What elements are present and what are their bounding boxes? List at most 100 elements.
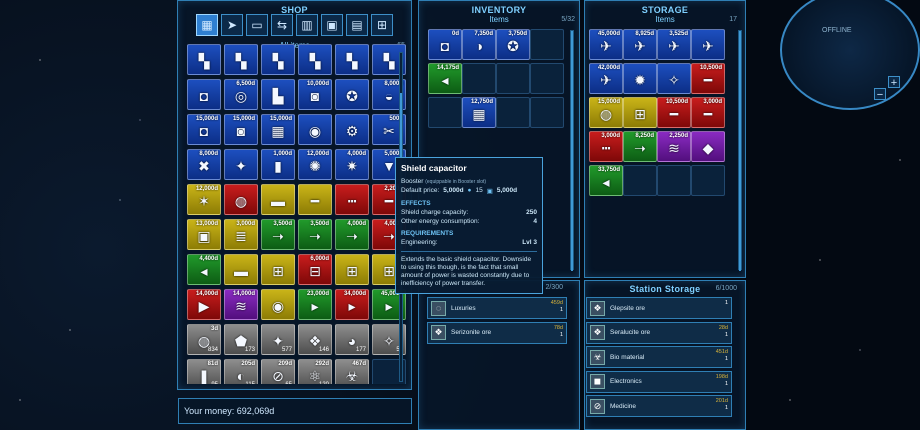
shop-item-slot[interactable]: 3,500d ➝	[298, 219, 332, 250]
shop-item-slot[interactable]: 14,000d ≋	[224, 289, 258, 320]
shop-item-slot[interactable]: ◍	[224, 184, 258, 215]
shop-item-slot[interactable]: ✦	[224, 149, 258, 180]
shop-item-slot[interactable]: ━	[298, 184, 332, 215]
shop-item-slot[interactable]: 1,000d ▮	[261, 149, 295, 180]
tab-engine-icon[interactable]: ▥	[296, 14, 318, 36]
shop-item-slot[interactable]: ◉	[261, 289, 295, 320]
station-storage-item[interactable]: ◼ Electronics 198d 1	[586, 370, 732, 393]
inventory-item-slot[interactable]: 0d ◘	[428, 29, 462, 60]
storage-item-slot[interactable]: ⊞	[623, 97, 657, 128]
shop-item-slot[interactable]: 209d⊘65	[261, 359, 295, 384]
shop-item-slot[interactable]: 205d◐115	[224, 359, 258, 384]
shop-item-slot[interactable]: 10,000d ◙	[298, 79, 332, 110]
station-storage-item[interactable]: ⊘ Medicine 201d 1	[586, 395, 732, 417]
shop-item-slot[interactable]: ▙	[261, 79, 295, 110]
shop-item-slot[interactable]: ▚	[187, 44, 221, 75]
tab-grid-icon[interactable]: ▦	[196, 14, 218, 36]
tab-crates-icon[interactable]: ⊞	[371, 14, 393, 36]
shop-item-slot[interactable]: ┅	[335, 184, 369, 215]
shop-item-slot[interactable]: 8,000d ✖	[187, 149, 221, 180]
storage-item-slot[interactable]: ✈	[691, 29, 725, 60]
shop-item-slot[interactable]: 34,000d ▸	[335, 289, 369, 320]
storage-item-slot[interactable]: 15,000d ◍	[589, 97, 623, 128]
storage-item-slot[interactable]: 10,500d ━	[691, 63, 725, 94]
storage-item-slot[interactable]	[691, 165, 725, 196]
storage-item-slot[interactable]: 33,750d ◂	[589, 165, 623, 196]
shop-item-slot[interactable]: 4,400d ◂	[187, 254, 221, 285]
cargo-item[interactable]: ◌ Luxuries 459d 1	[427, 297, 567, 319]
storage-item-slot[interactable]: 8,250d ➝	[623, 131, 657, 162]
shop-item-slot[interactable]: 14,000d ▶	[187, 289, 221, 320]
zoom-out-button[interactable]: −	[874, 88, 886, 101]
storage-item-slot[interactable]: 42,000d ✈	[589, 63, 623, 94]
inventory-item-slot[interactable]	[462, 63, 496, 94]
storage-item-slot[interactable]	[657, 165, 691, 196]
inventory-item-slot[interactable]: 7,350d ◑	[462, 29, 496, 60]
shop-item-slot[interactable]: ▚	[224, 44, 258, 75]
storage-item-slot[interactable]: ✧	[657, 63, 691, 94]
storage-scrollbar[interactable]	[738, 30, 742, 271]
storage-item-slot[interactable]: 10,500d ━	[657, 97, 691, 128]
inventory-item-slot[interactable]	[496, 97, 530, 128]
shop-item-slot[interactable]: 6,000d ⊟	[298, 254, 332, 285]
storage-item-slot[interactable]	[623, 165, 657, 196]
shop-item-slot[interactable]: 3d ◍ 834	[187, 324, 221, 355]
shop-item-slot[interactable]: 3,000d ≣	[224, 219, 258, 250]
storage-item-slot[interactable]: ✹	[623, 63, 657, 94]
shop-item-slot[interactable]: ⬟ 173	[224, 324, 258, 355]
storage-item-slot[interactable]: 8,925d ✈	[623, 29, 657, 60]
shop-item-slot[interactable]: 292d⚛120	[298, 359, 332, 384]
shop-item-slot[interactable]: ▚	[335, 44, 369, 75]
shop-item-slot[interactable]: ▚	[298, 44, 332, 75]
storage-item-slot[interactable]: 3,000d ┅	[589, 131, 623, 162]
shop-item-slot[interactable]: 3,500d ➝	[261, 219, 295, 250]
shop-item-slot[interactable]: 81d❚95	[187, 359, 221, 384]
shop-item-slot[interactable]: ◕ 177	[335, 324, 369, 355]
tab-gun-icon[interactable]: ▭	[246, 14, 268, 36]
shop-item-slot[interactable]: 467d ☣	[335, 359, 369, 384]
inventory-item-slot[interactable]	[530, 97, 564, 128]
shop-item-slot[interactable]: 6,500d ◎	[224, 79, 258, 110]
shop-item-slot[interactable]: 23,000d ▸	[298, 289, 332, 320]
shop-item-slot[interactable]: 12,000d ✶	[187, 184, 221, 215]
shop-item-slot[interactable]: ⚙	[335, 114, 369, 145]
shop-item-slot[interactable]: 15,000d ▦	[261, 114, 295, 145]
shop-item-slot[interactable]: ✦ 577	[261, 324, 295, 355]
tab-boxes-icon[interactable]: ▣	[321, 14, 343, 36]
shop-item-slot[interactable]: ✪	[335, 79, 369, 110]
tab-ship-icon[interactable]: ➤	[221, 14, 243, 36]
shop-item-slot[interactable]: 12,000d ✺	[298, 149, 332, 180]
inventory-item-slot[interactable]: 14,175d ◂	[428, 63, 462, 94]
cargo-item[interactable]: ❖ Serizonite ore 78d 1	[427, 321, 567, 344]
shop-item-slot[interactable]: 4,000d ✷	[335, 149, 369, 180]
station-storage-item[interactable]: ❖ Glepsite ore 1	[586, 297, 732, 319]
shop-item-slot[interactable]: 4,000d ➝	[335, 219, 369, 250]
zoom-in-button[interactable]: +	[888, 76, 900, 89]
storage-item-slot[interactable]: 3,000d ━	[691, 97, 725, 128]
shop-item-slot[interactable]: ⊞	[261, 254, 295, 285]
shop-item-slot[interactable]: ❖ 146	[298, 324, 332, 355]
inventory-item-slot[interactable]	[530, 29, 564, 60]
shop-item-slot[interactable]: 15,000d ◙	[224, 114, 258, 145]
shop-item-slot[interactable]: ◘	[187, 79, 221, 110]
station-storage-item[interactable]: ☣ Bio material 451d 1	[586, 346, 732, 368]
tab-arrows-icon[interactable]: ⇆	[271, 14, 293, 36]
storage-item-slot[interactable]: 3,525d ✈	[657, 29, 691, 60]
tab-bars-icon[interactable]: ▤	[346, 14, 368, 36]
shop-item-slot[interactable]: 15,000d ◘	[187, 114, 221, 145]
shop-item-slot[interactable]: ▚	[261, 44, 295, 75]
inventory-item-slot[interactable]: 3,750d ✪	[496, 29, 530, 60]
inventory-item-slot[interactable]	[530, 63, 564, 94]
inventory-item-slot[interactable]	[428, 97, 462, 128]
storage-item-slot[interactable]: 45,000d ✈	[589, 29, 623, 60]
shop-item-slot[interactable]: ⊞	[335, 254, 369, 285]
shop-item-slot[interactable]: 13,000d ▣	[187, 219, 221, 250]
shop-item-slot[interactable]: ▬	[261, 184, 295, 215]
station-storage-item[interactable]: ❖ Seralucite ore 28d 1	[586, 321, 732, 344]
storage-item-slot[interactable]: ◆	[691, 131, 725, 162]
inventory-item-slot[interactable]: 12,750d ▦	[462, 97, 496, 128]
shop-item-slot[interactable]: ◉	[298, 114, 332, 145]
shop-item-slot[interactable]: ▬	[224, 254, 258, 285]
storage-item-slot[interactable]: 2,250d ≋	[657, 131, 691, 162]
inventory-item-slot[interactable]	[496, 63, 530, 94]
